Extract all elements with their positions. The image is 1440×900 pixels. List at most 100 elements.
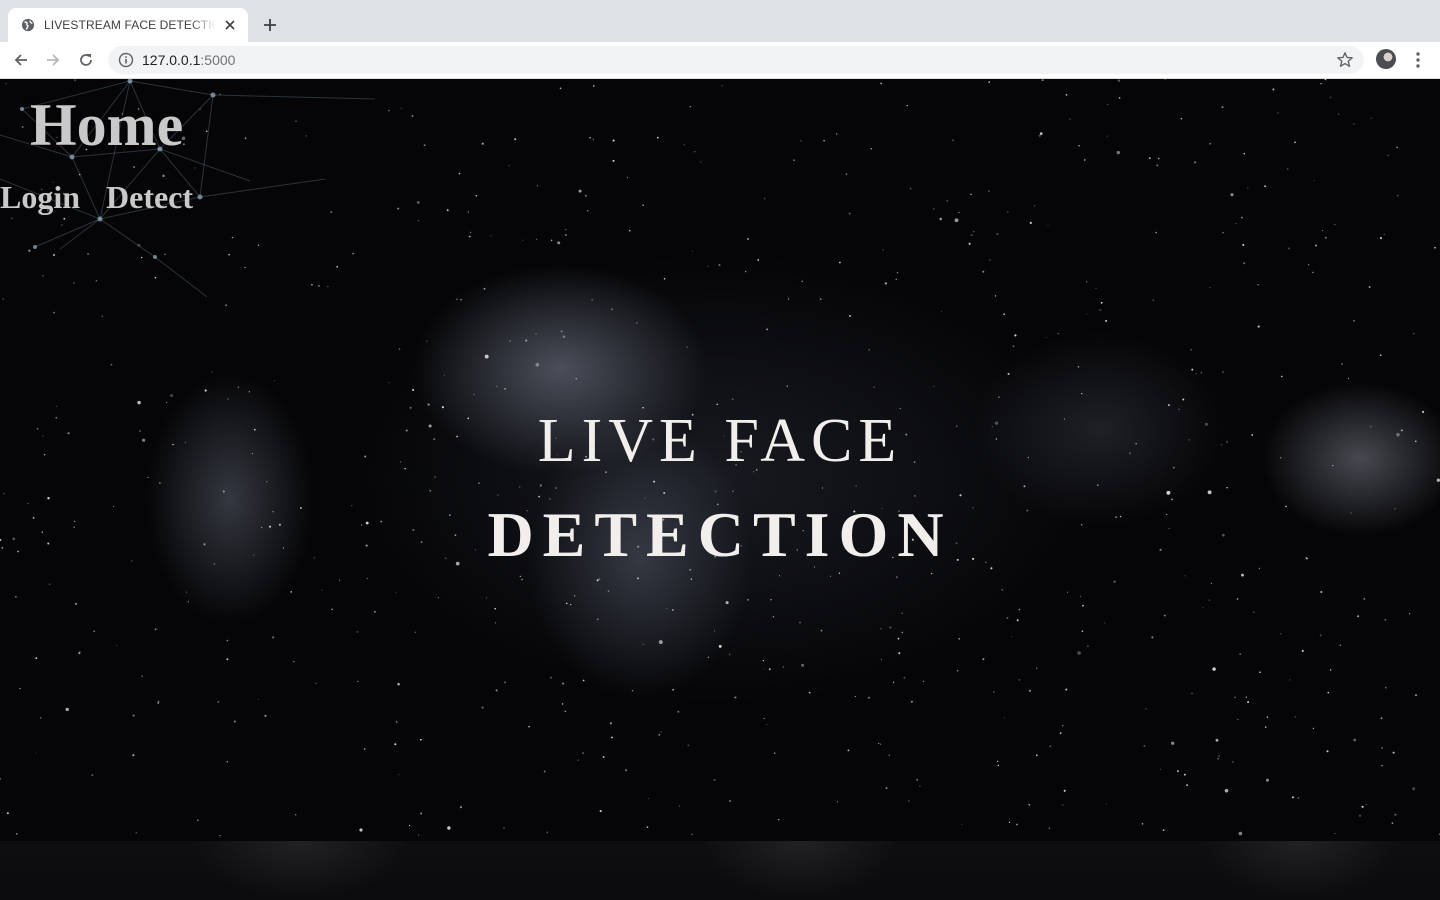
star	[1329, 669, 1332, 671]
star	[1016, 619, 1019, 622]
star	[1084, 159, 1086, 161]
reload-button[interactable]	[74, 48, 98, 72]
star	[546, 831, 549, 834]
new-tab-button[interactable]	[258, 13, 282, 37]
star	[373, 610, 376, 613]
url-host: 127.0.0.1	[142, 52, 201, 68]
star	[1221, 371, 1224, 374]
forward-button[interactable]	[41, 48, 65, 72]
star	[132, 754, 135, 757]
star	[578, 189, 582, 193]
star	[257, 698, 259, 701]
star	[187, 601, 189, 603]
star	[642, 204, 645, 207]
star	[1381, 746, 1384, 749]
star	[870, 147, 873, 150]
back-button[interactable]	[9, 48, 33, 72]
nav-detect-link[interactable]: Detect	[106, 177, 193, 217]
star	[997, 760, 999, 763]
star	[1264, 185, 1267, 188]
info-icon[interactable]	[118, 52, 134, 68]
star	[481, 706, 484, 709]
star	[226, 658, 229, 661]
star	[170, 394, 174, 398]
star	[1141, 823, 1144, 825]
nav-login-link[interactable]: Login	[0, 177, 80, 217]
star	[626, 177, 628, 179]
star	[1059, 732, 1062, 734]
star	[397, 682, 400, 686]
star	[414, 631, 416, 633]
band-glow-decoration	[700, 841, 900, 900]
star	[896, 272, 899, 274]
star	[1325, 236, 1327, 239]
star	[582, 752, 584, 754]
star	[1239, 653, 1242, 656]
star	[157, 700, 160, 703]
star	[53, 311, 55, 314]
nav-home-link[interactable]: Home	[30, 89, 183, 161]
star	[1202, 606, 1204, 609]
star	[800, 140, 802, 142]
star	[35, 657, 38, 660]
star	[1159, 768, 1162, 770]
star	[1061, 724, 1064, 727]
star	[514, 138, 517, 141]
close-icon[interactable]	[222, 17, 238, 33]
star	[1222, 231, 1224, 234]
star	[1397, 194, 1399, 197]
star	[721, 85, 723, 87]
star	[1412, 787, 1416, 791]
star	[522, 239, 524, 241]
star	[1257, 325, 1260, 328]
star	[1257, 283, 1259, 286]
star	[772, 616, 775, 618]
star	[1394, 813, 1397, 816]
address-bar[interactable]: 127.0.0.1:5000	[108, 46, 1364, 74]
star	[217, 700, 220, 704]
browser-tab[interactable]: LIVESTREAM FACE DETECTION	[8, 8, 248, 42]
star	[141, 675, 143, 677]
star	[1086, 313, 1088, 315]
star	[1028, 689, 1031, 692]
kebab-menu-icon[interactable]	[1408, 48, 1428, 72]
star	[1177, 770, 1179, 773]
star	[1095, 287, 1097, 289]
star	[528, 725, 530, 728]
star	[1379, 354, 1382, 357]
star	[897, 637, 900, 640]
star	[1287, 247, 1290, 250]
star	[903, 676, 906, 679]
star	[420, 812, 423, 815]
star	[315, 682, 317, 685]
star	[718, 264, 721, 266]
star	[1033, 205, 1036, 207]
star-icon[interactable]	[1336, 51, 1354, 69]
star	[1077, 651, 1081, 655]
star	[1334, 833, 1336, 835]
star	[658, 640, 663, 645]
star	[788, 298, 790, 300]
star	[763, 197, 766, 200]
star	[1379, 237, 1382, 240]
star	[592, 85, 595, 87]
star	[1339, 644, 1341, 646]
star	[1291, 796, 1294, 799]
star	[359, 828, 363, 832]
star	[1171, 741, 1175, 745]
star	[1062, 804, 1064, 806]
star	[1242, 243, 1245, 246]
star	[273, 380, 275, 382]
star	[1186, 784, 1189, 787]
star	[689, 105, 692, 108]
star	[1381, 764, 1383, 767]
star	[248, 391, 251, 393]
profile-avatar[interactable]	[1376, 49, 1396, 69]
star	[836, 133, 838, 135]
star	[973, 231, 975, 233]
star	[1105, 803, 1108, 805]
star	[356, 631, 359, 633]
star	[1326, 750, 1329, 753]
star	[1116, 150, 1120, 155]
star	[0, 778, 1, 780]
